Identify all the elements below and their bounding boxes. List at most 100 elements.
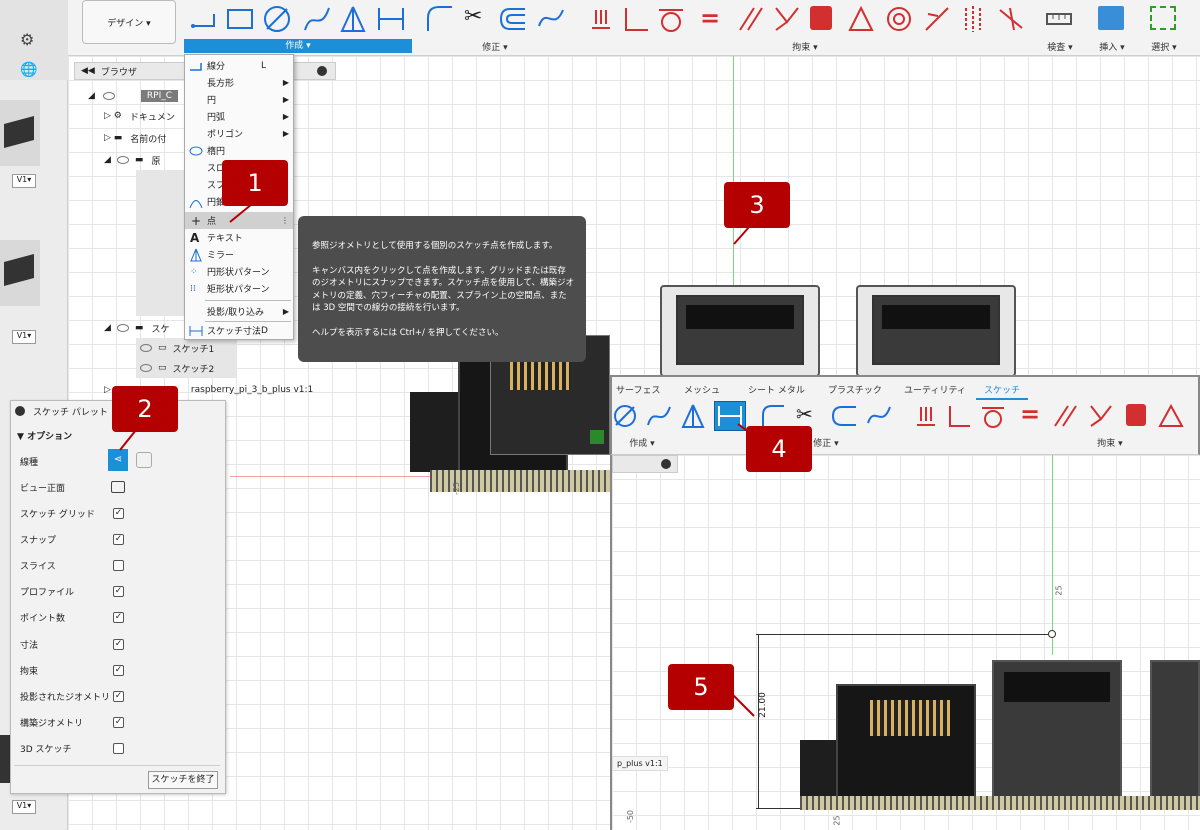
points-checkbox[interactable]: ✓ xyxy=(113,611,124,623)
inset-collinear-icon[interactable] xyxy=(1088,403,1114,429)
insert-image-icon[interactable] xyxy=(1098,6,1124,30)
browser-collapse-icon[interactable]: ◀◀ xyxy=(81,66,95,76)
dimension-value[interactable]: 21.00 xyxy=(758,692,768,718)
tree-sketches[interactable]: ◢ ▬ スケ xyxy=(104,318,184,338)
tree-root[interactable]: ◢ RPI_C xyxy=(88,86,188,106)
inset-perpendicular-icon[interactable] xyxy=(946,403,972,429)
trim-tool-icon[interactable]: ✂ xyxy=(464,4,482,29)
select-group-label[interactable]: 選択 ▾ xyxy=(1142,40,1186,53)
more-options-icon[interactable]: ⋮ xyxy=(281,216,289,225)
usb-connector-1[interactable] xyxy=(660,285,820,377)
offset-tool-icon[interactable] xyxy=(498,4,528,34)
browser-minimize-icon[interactable] xyxy=(317,66,327,76)
dimension-tool-icon[interactable] xyxy=(376,4,406,34)
inset-parallel-icon[interactable] xyxy=(1052,403,1078,429)
triangle-constraint-icon[interactable] xyxy=(846,4,876,34)
fix-constraint-icon[interactable] xyxy=(588,4,614,34)
inset-tab-sketch[interactable]: スケッチ xyxy=(976,383,1029,400)
inset-trim-icon[interactable]: ✂ xyxy=(796,402,813,426)
curvature-constraint-icon[interactable] xyxy=(996,4,1026,34)
dimensions-checkbox[interactable]: ✓ xyxy=(113,638,124,650)
tangent-constraint-icon[interactable] xyxy=(656,4,686,34)
projected-geometry-checkbox[interactable]: ✓ xyxy=(113,690,124,702)
3d-sketch-checkbox[interactable] xyxy=(113,742,124,754)
inset-tab-sheetmetal[interactable]: シート メタル xyxy=(748,383,805,396)
inset-tangent-icon[interactable] xyxy=(980,403,1006,429)
insert-group-label[interactable]: 挿入 ▾ xyxy=(1090,40,1134,53)
inset-offset-icon[interactable] xyxy=(830,403,858,429)
midpoint-constraint-icon[interactable] xyxy=(922,4,952,34)
inset-tab-plastic[interactable]: プラスチック xyxy=(828,383,882,396)
inset-minimize-icon[interactable] xyxy=(661,459,671,469)
palette-section-options[interactable]: ▼ オプション xyxy=(17,429,72,442)
line-tool-icon[interactable] xyxy=(190,6,218,32)
palette-close-icon[interactable] xyxy=(15,406,25,416)
tree-sketch1[interactable]: ▭ スケッチ1 xyxy=(136,338,236,358)
inset-triangle-icon[interactable] xyxy=(1158,403,1184,429)
snap-checkbox[interactable]: ✓ xyxy=(113,533,124,545)
lock-icon[interactable] xyxy=(810,6,832,30)
modify-group-label[interactable]: 修正 ▾ xyxy=(420,40,570,53)
version-badge-1[interactable]: V1▾ xyxy=(12,174,36,188)
tree-sketch2[interactable]: ▭ スケッチ2 xyxy=(136,358,236,378)
equal-constraint-icon[interactable]: = xyxy=(700,4,720,32)
menu-item-project[interactable]: 投影/取り込み ▶ xyxy=(185,303,293,320)
measure-icon[interactable] xyxy=(1044,6,1074,32)
thumbnail-2[interactable] xyxy=(0,240,40,306)
symmetry-constraint-icon[interactable] xyxy=(958,4,988,34)
tree-origin[interactable]: ◢ ▬ 原 xyxy=(104,150,184,170)
rectangle-tool-icon[interactable] xyxy=(225,6,255,32)
menu-item-rectangle[interactable]: 長方形 ▶ xyxy=(185,74,293,91)
gear-icon[interactable]: ⚙ xyxy=(20,30,34,49)
menu-item-circle[interactable]: 円 ▶ xyxy=(185,91,293,108)
menu-item-arc[interactable]: 円弧 ▶ xyxy=(185,108,293,125)
menu-item-text[interactable]: A テキスト xyxy=(185,229,293,246)
tree-documents[interactable]: ▷ ⚙ ドキュメン xyxy=(104,106,184,126)
linetype-centerline-button[interactable] xyxy=(136,452,152,468)
parallel-constraint-icon[interactable] xyxy=(736,4,764,34)
inset-constraints-group-label[interactable]: 拘束 ▾ xyxy=(1080,436,1140,449)
inset-mirror-icon[interactable] xyxy=(680,403,706,429)
inset-circle-icon[interactable] xyxy=(612,403,638,429)
constraints-checkbox[interactable]: ✓ xyxy=(113,664,124,676)
inset-equal-icon[interactable]: = xyxy=(1020,400,1040,428)
inset-spline-icon[interactable] xyxy=(646,403,672,429)
mirror-tool-icon[interactable] xyxy=(338,4,368,34)
version-badge-3[interactable]: V1▾ xyxy=(12,800,36,814)
fillet-tool-icon[interactable] xyxy=(425,4,455,34)
menu-item-mirror[interactable]: ミラー xyxy=(185,246,293,263)
usb-connector-2[interactable] xyxy=(856,285,1016,377)
menu-item-ellipse[interactable]: 楕円 xyxy=(185,142,293,159)
create-group-label[interactable]: 作成 ▾ xyxy=(184,39,412,53)
perpendicular-constraint-icon[interactable] xyxy=(622,4,650,34)
select-icon[interactable] xyxy=(1150,6,1176,30)
thumbnail-1[interactable] xyxy=(0,100,40,166)
slice-checkbox[interactable] xyxy=(113,559,124,571)
finish-sketch-button[interactable]: スケッチを終了 xyxy=(148,771,218,789)
inset-lock-icon[interactable] xyxy=(1126,404,1146,426)
menu-item-rectangular-pattern[interactable]: ⁞⁞ 矩形状パターン xyxy=(185,280,293,297)
inset-tab-mesh[interactable]: メッシュ xyxy=(684,383,720,396)
inset-fix-icon[interactable] xyxy=(914,403,938,429)
menu-item-sketch-dimension[interactable]: スケッチ寸法 D xyxy=(185,322,293,339)
spline-tool-icon[interactable] xyxy=(302,4,332,34)
inspect-group-label[interactable]: 検査 ▾ xyxy=(1038,40,1082,53)
collinear-constraint-icon[interactable] xyxy=(772,4,802,34)
pcb-model-inset[interactable] xyxy=(800,660,1200,810)
menu-item-polygon[interactable]: ポリゴン ▶ xyxy=(185,125,293,142)
construction-geometry-checkbox[interactable]: ✓ xyxy=(113,716,124,728)
workspace-switcher[interactable]: デザイン ▾ xyxy=(82,0,176,44)
inset-dim-endpoint[interactable] xyxy=(1048,630,1056,638)
inset-wave-icon[interactable] xyxy=(866,403,892,429)
profile-checkbox[interactable]: ✓ xyxy=(113,585,124,597)
sketch-grid-checkbox[interactable]: ✓ xyxy=(113,507,124,519)
circle-tool-icon[interactable] xyxy=(262,4,292,34)
constraints-group-label[interactable]: 拘束 ▾ xyxy=(580,40,1030,53)
menu-item-circular-pattern[interactable]: ⁘ 円形状パターン xyxy=(185,263,293,280)
inset-tab-surface[interactable]: サーフェス xyxy=(616,383,660,396)
look-at-icon[interactable] xyxy=(111,481,125,493)
globe-icon[interactable]: 🌐 xyxy=(20,62,37,78)
menu-item-line[interactable]: 線分 L xyxy=(185,57,293,74)
inset-create-group-label[interactable]: 作成 ▾ xyxy=(612,436,672,449)
tree-named-views[interactable]: ▷ ▬ 名前の付 xyxy=(104,128,184,148)
